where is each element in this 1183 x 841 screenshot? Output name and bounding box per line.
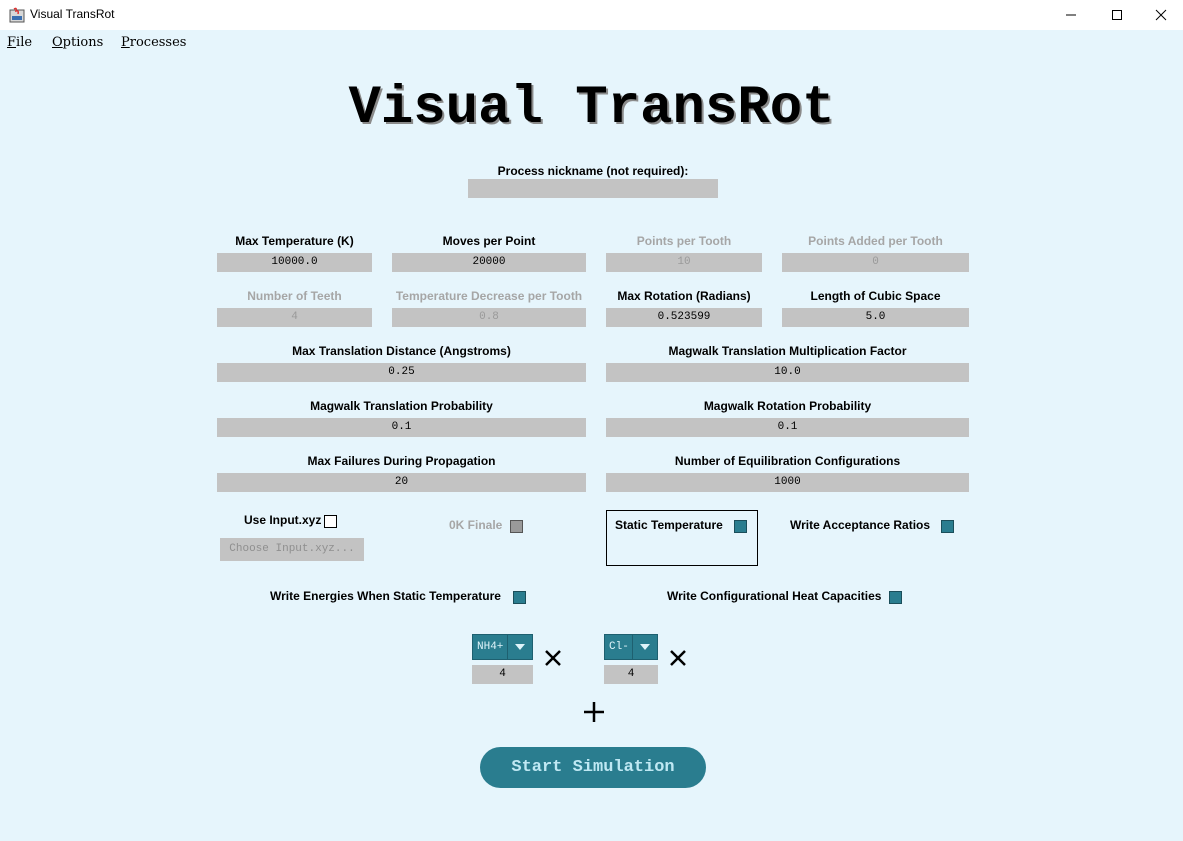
max-rotation-label: Max Rotation (Radians)	[617, 289, 751, 303]
use-input-label: Use Input.xyz	[244, 513, 322, 527]
temperature-decrease-input	[392, 308, 586, 327]
max-temperature-label: Max Temperature (K)	[235, 234, 354, 248]
chevron-down-icon[interactable]	[632, 635, 657, 659]
remove-molecule-1-icon[interactable]	[543, 648, 563, 668]
java-app-icon	[9, 7, 25, 23]
maximize-icon	[1112, 10, 1122, 20]
number-of-teeth-input	[217, 308, 372, 327]
static-temperature-checkbox[interactable]	[734, 520, 747, 533]
magwalk-rotation-probability-input[interactable]	[606, 418, 969, 437]
molecule-select-2-value: Cl-	[609, 641, 629, 653]
use-input-checkbox[interactable]	[324, 515, 337, 528]
ok-finale-checkbox	[510, 520, 523, 533]
cubic-space-input[interactable]	[782, 308, 969, 327]
magwalk-translation-factor-input[interactable]	[606, 363, 969, 382]
minimize-button[interactable]	[1048, 0, 1094, 30]
menu-file[interactable]: File	[7, 35, 32, 50]
molecule-count-1[interactable]: 4	[472, 665, 533, 684]
remove-molecule-2-icon[interactable]	[668, 648, 688, 668]
max-rotation-input[interactable]	[606, 308, 762, 327]
temperature-decrease-label: Temperature Decrease per Tooth	[395, 289, 583, 303]
close-button[interactable]	[1138, 0, 1183, 30]
moves-per-point-label: Moves per Point	[442, 234, 536, 248]
points-added-per-tooth-label: Points Added per Tooth	[808, 234, 943, 248]
points-per-tooth-input	[606, 253, 762, 272]
magwalk-translation-probability-input[interactable]	[217, 418, 586, 437]
write-energies-checkbox[interactable]	[513, 591, 526, 604]
write-heat-capacities-checkbox[interactable]	[889, 591, 902, 604]
write-heat-capacities-label: Write Configurational Heat Capacities	[667, 589, 882, 603]
max-failures-input[interactable]	[217, 473, 586, 492]
molecule-select-1-value: NH4+	[477, 641, 504, 653]
write-acceptance-checkbox[interactable]	[941, 520, 954, 533]
number-of-teeth-label: Number of Teeth	[247, 289, 342, 303]
nickname-label: Process nickname (not required):	[497, 164, 689, 178]
static-temperature-label: Static Temperature	[615, 518, 723, 532]
minimize-icon	[1066, 14, 1076, 16]
max-failures-label: Max Failures During Propagation	[307, 454, 496, 468]
nickname-input[interactable]	[468, 179, 718, 198]
max-translation-label: Max Translation Distance (Angstroms)	[292, 344, 511, 358]
choose-input-button: Choose Input.xyz...	[220, 538, 364, 561]
app-heading: Visual TransRot	[348, 78, 835, 139]
ok-finale-label: 0K Finale	[449, 518, 503, 532]
window-title: Visual TransRot	[30, 7, 115, 21]
equilibration-configs-input[interactable]	[606, 473, 969, 492]
window-titlebar: Visual TransRot	[0, 0, 1183, 30]
points-added-per-tooth-input	[782, 253, 969, 272]
molecule-select-1[interactable]: NH4+	[472, 634, 533, 660]
write-energies-label: Write Energies When Static Temperature	[270, 589, 501, 603]
max-temperature-input[interactable]	[217, 253, 372, 272]
points-per-tooth-label: Points per Tooth	[636, 234, 732, 248]
maximize-button[interactable]	[1094, 0, 1140, 30]
magwalk-rotation-probability-label: Magwalk Rotation Probability	[703, 399, 872, 413]
cubic-space-label: Length of Cubic Space	[810, 289, 941, 303]
molecule-select-2[interactable]: Cl-	[604, 634, 658, 660]
magwalk-translation-probability-label: Magwalk Translation Probability	[310, 399, 493, 413]
chevron-down-icon[interactable]	[507, 635, 532, 659]
write-acceptance-label: Write Acceptance Ratios	[790, 518, 931, 532]
menu-bar: File Options Processes	[0, 30, 1183, 56]
menu-processes[interactable]: Processes	[121, 35, 186, 50]
close-icon	[1155, 9, 1167, 21]
add-molecule-icon[interactable]	[583, 701, 605, 723]
max-translation-input[interactable]	[217, 363, 586, 382]
magwalk-translation-factor-label: Magwalk Translation Multiplication Facto…	[668, 344, 907, 358]
equilibration-configs-label: Number of Equilibration Configurations	[674, 454, 901, 468]
menu-options[interactable]: Options	[52, 35, 103, 50]
molecule-count-2[interactable]: 4	[604, 665, 658, 684]
moves-per-point-input[interactable]	[392, 253, 586, 272]
start-simulation-button[interactable]: Start Simulation	[480, 747, 706, 788]
